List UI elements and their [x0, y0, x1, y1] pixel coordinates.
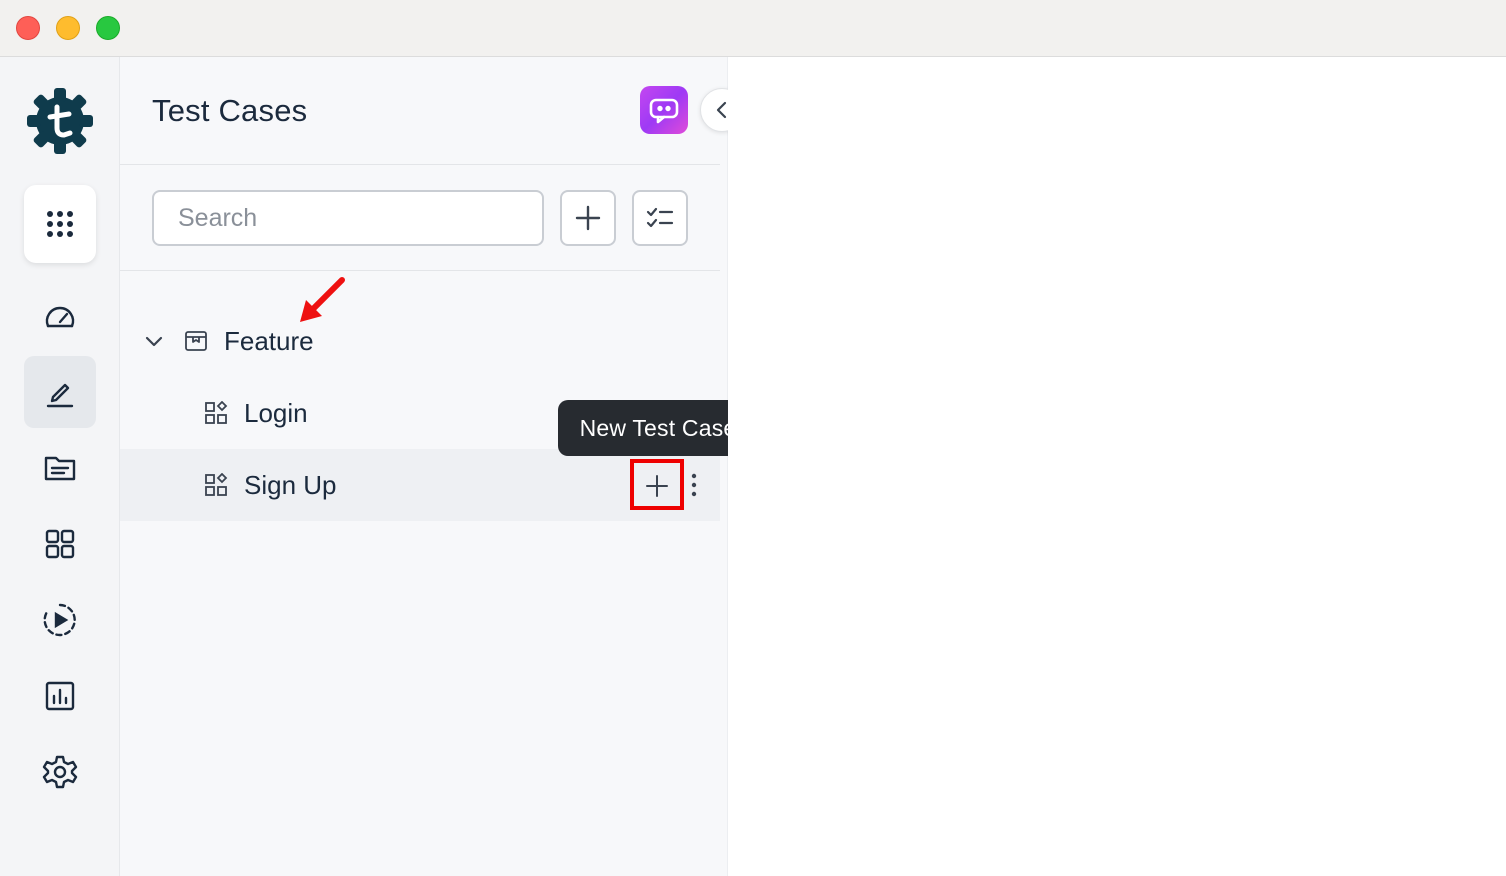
search-row [120, 165, 720, 271]
nav-test-data[interactable] [24, 432, 96, 504]
folder-icon [44, 456, 76, 481]
add-button[interactable] [560, 190, 616, 246]
nav-dashboard[interactable] [24, 281, 96, 353]
app-window: Test Cases Search Feature Login Sign Up … [0, 0, 1506, 876]
play-circle-icon [43, 603, 76, 637]
grid-four-icon [45, 529, 75, 559]
chevron-down-icon[interactable] [144, 331, 164, 351]
bar-chart-icon [45, 681, 75, 711]
page-title: Test Cases [152, 93, 308, 128]
pencil-edit-icon [46, 383, 74, 408]
tree-node-label: Login [244, 398, 308, 428]
apps-menu-button[interactable] [24, 185, 96, 263]
checklist-icon [646, 207, 674, 228]
nav-test-cases[interactable] [24, 356, 96, 428]
nav-reports[interactable] [24, 660, 96, 732]
search-input[interactable] [152, 190, 544, 246]
main-content [728, 57, 1506, 876]
title-bar [0, 0, 1506, 57]
speedometer-icon [45, 306, 75, 328]
minimize-window-button[interactable] [56, 16, 80, 40]
tree-node-sign-up[interactable]: Sign Up [120, 449, 720, 521]
chatbot-icon [649, 98, 679, 124]
panel-header: Test Cases [120, 57, 720, 165]
new-test-case-button[interactable] [632, 463, 682, 509]
test-cases-panel: Test Cases Search Feature Login Sign Up [120, 57, 728, 876]
maximize-window-button[interactable] [96, 16, 120, 40]
plus-icon [575, 205, 601, 231]
nav-settings[interactable] [24, 736, 96, 808]
ai-assistant-button[interactable] [640, 86, 688, 134]
bulk-select-button[interactable] [632, 190, 688, 246]
tree-node-label: Sign Up [244, 470, 337, 500]
scenario-grid-icon [205, 473, 228, 496]
feature-box-icon [185, 331, 207, 351]
tree-node-label: Feature [224, 326, 314, 356]
nav-elements[interactable] [24, 508, 96, 580]
grid-dots-icon [47, 211, 73, 237]
gear-icon [42, 755, 78, 789]
nav-runs[interactable] [24, 584, 96, 656]
plus-icon [646, 475, 668, 497]
tree-node-feature[interactable]: Feature [120, 305, 720, 377]
kebab-menu-icon [691, 473, 697, 497]
close-window-button[interactable] [16, 16, 40, 40]
scenario-grid-icon [205, 401, 228, 424]
more-options-button[interactable] [686, 469, 702, 501]
left-nav-rail [0, 57, 120, 876]
testsigma-logo-icon[interactable] [26, 87, 94, 155]
